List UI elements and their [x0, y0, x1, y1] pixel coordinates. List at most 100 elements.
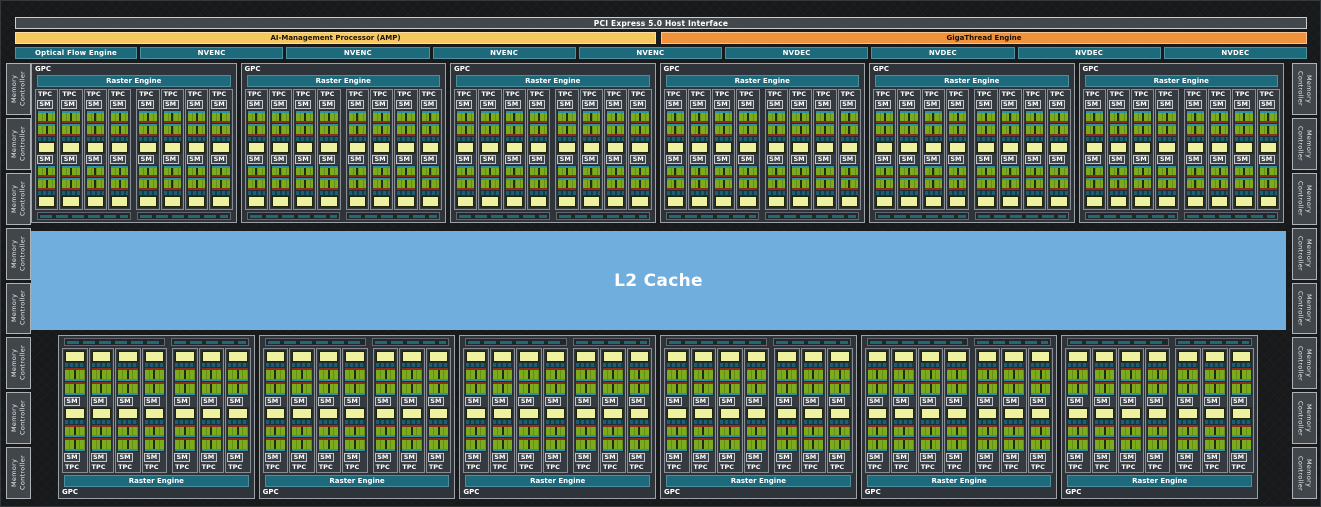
core-array — [481, 126, 498, 134]
tpc-label: TPC — [318, 463, 340, 472]
sm-block: SM — [875, 100, 894, 154]
sm-green-unit — [429, 368, 449, 381]
red-strip — [397, 188, 414, 190]
sm-green-unit — [558, 124, 575, 136]
sm-green-unit — [139, 111, 156, 123]
red-strip — [373, 188, 390, 190]
sm-label: SM — [606, 100, 622, 109]
yellow-unit — [1187, 142, 1204, 153]
teal-divider-bar — [506, 191, 523, 195]
teal-divider-bar — [694, 420, 714, 424]
tpc-label: TPC — [144, 463, 166, 472]
sm-core-area — [976, 110, 995, 154]
core-array — [349, 126, 366, 134]
core-array — [145, 427, 165, 436]
sm-label: SM — [924, 100, 940, 109]
teal-divider-bar — [1178, 363, 1198, 367]
sm-block: SM — [924, 100, 943, 154]
teal-strip — [830, 379, 850, 381]
teal-strip — [92, 393, 112, 395]
sm-header: SM — [920, 453, 942, 462]
sm-green-unit — [118, 368, 138, 381]
media-engine-label: NVENC — [490, 49, 518, 57]
teal-strip — [1148, 449, 1168, 451]
red-strip — [87, 121, 104, 123]
red-strip — [691, 134, 708, 136]
sm-core-area — [1231, 407, 1253, 453]
teal-strip — [493, 435, 513, 437]
core-array — [1260, 126, 1277, 134]
teal-strip — [947, 435, 967, 437]
memory-controller-block: Memory Controller — [6, 283, 31, 335]
red-strip — [188, 175, 205, 177]
red-strip — [248, 121, 265, 123]
red-strip — [1158, 121, 1175, 123]
sm-green-unit — [739, 166, 756, 178]
sm-green-unit — [1158, 111, 1175, 123]
sm-green-unit — [876, 124, 893, 136]
core-array — [747, 384, 767, 393]
sm-green-unit — [349, 111, 366, 123]
sm-green-unit — [1148, 425, 1168, 438]
teal-divider-bar — [373, 191, 390, 195]
yellow-unit — [949, 142, 966, 153]
yellow-unit — [830, 408, 850, 419]
red-strip — [530, 175, 547, 177]
teal-divider-bar — [1158, 191, 1175, 195]
sm-green-unit — [630, 425, 650, 438]
teal-divider-bar — [506, 137, 523, 141]
core-array — [376, 370, 396, 379]
sm-header: SM — [1234, 155, 1253, 164]
sm-green-unit — [792, 111, 809, 123]
teal-strip — [202, 449, 222, 451]
core-array — [747, 427, 767, 436]
core-array — [506, 180, 523, 188]
sm-green-unit — [481, 166, 498, 178]
core-array — [792, 180, 809, 188]
teal-divider-bar — [373, 137, 390, 141]
sm-block: SM — [803, 407, 825, 463]
red-strip — [422, 121, 439, 123]
teal-divider-bar — [715, 137, 732, 141]
sm-green-unit — [691, 111, 708, 123]
core-array — [546, 384, 566, 393]
yellow-unit — [139, 142, 156, 153]
yellow-unit — [747, 351, 767, 362]
core-array — [876, 126, 893, 134]
red-strip — [296, 121, 313, 123]
sm-header: SM — [738, 100, 757, 109]
sm-core-area — [271, 165, 290, 209]
sm-green-unit — [694, 438, 714, 451]
sm-green-unit — [376, 425, 396, 438]
core-array — [1031, 427, 1051, 436]
sm-green-unit — [1002, 178, 1019, 190]
teal-strip — [1121, 449, 1141, 451]
sm-green-unit — [841, 111, 858, 123]
sm-label: SM — [110, 155, 126, 164]
sm-green-unit — [1095, 368, 1115, 381]
gpc-bar-row — [463, 338, 652, 346]
sm-block: SM — [693, 407, 715, 463]
core-array — [900, 126, 917, 134]
sm-block: SM — [1003, 350, 1025, 406]
sm-label: SM — [174, 453, 190, 462]
nvenc-block: NVENC — [579, 47, 722, 59]
red-strip — [925, 134, 942, 136]
red-strip — [1158, 134, 1175, 136]
sm-block: SM — [247, 100, 266, 154]
red-strip — [583, 121, 600, 123]
yellow-unit — [949, 196, 966, 207]
red-strip — [272, 175, 289, 177]
sm-header: SM — [924, 100, 943, 109]
sm-core-area — [319, 165, 338, 209]
sm-green-unit — [739, 111, 756, 123]
core-array — [603, 427, 623, 436]
teal-divider-bar — [603, 363, 623, 367]
teal-divider-bar — [65, 420, 85, 424]
core-array — [558, 126, 575, 134]
core-array — [1050, 168, 1067, 176]
teal-strip — [868, 393, 888, 395]
sm-header: SM — [629, 397, 651, 406]
sm-green-unit — [530, 111, 547, 123]
sm-green-unit — [747, 438, 767, 451]
